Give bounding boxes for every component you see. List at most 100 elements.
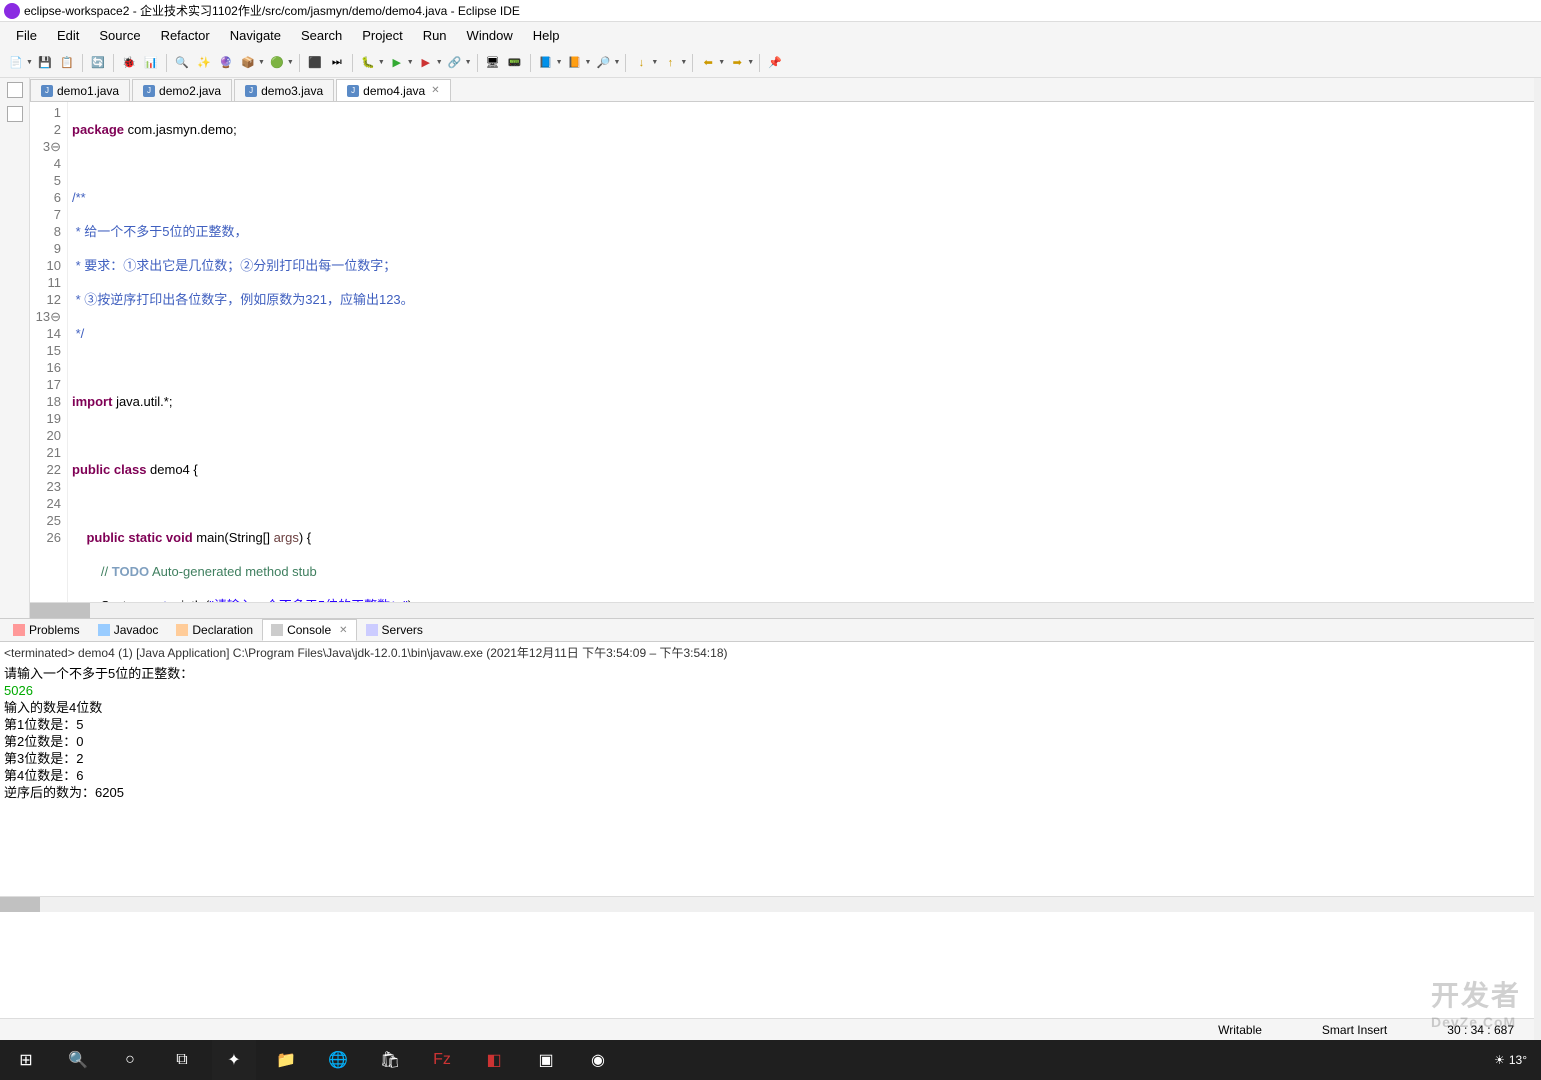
console-area: <terminated> demo4 (1) [Java Application…	[0, 642, 1541, 912]
eclipse-icon	[4, 3, 20, 19]
search-taskbar-icon[interactable]: 🔍	[56, 1040, 100, 1080]
open-type-icon[interactable]: 🔍	[172, 53, 192, 73]
tab-declaration[interactable]: Declaration	[167, 619, 262, 641]
coverage-icon[interactable]: 📊	[141, 53, 161, 73]
java-file-icon: J	[245, 85, 257, 97]
problems-icon	[13, 624, 25, 636]
store-icon[interactable]: 🛍	[368, 1040, 412, 1080]
menu-run[interactable]: Run	[415, 25, 455, 46]
menu-search[interactable]: Search	[293, 25, 350, 46]
debug-icon[interactable]: 🐛	[358, 53, 378, 73]
tab-servers[interactable]: Servers	[357, 619, 432, 641]
next-annot-icon[interactable]: ↓	[631, 53, 651, 73]
tab-problems[interactable]: Problems	[4, 619, 89, 641]
edge-icon[interactable]: 🌐	[316, 1040, 360, 1080]
console-icon	[271, 624, 283, 636]
app2-icon[interactable]: ◧	[472, 1040, 516, 1080]
editor-body[interactable]: 123⊖45678910111213⊖141516171819202122232…	[30, 102, 1541, 602]
menu-window[interactable]: Window	[459, 25, 521, 46]
editor-area: Jdemo1.java Jdemo2.java Jdemo3.java Jdem…	[30, 78, 1541, 618]
menu-navigate[interactable]: Navigate	[222, 25, 289, 46]
cmd-icon[interactable]: ▣	[524, 1040, 568, 1080]
run-icon[interactable]: ▶	[387, 53, 407, 73]
console-line: 输入的数是4位数	[4, 699, 1537, 716]
filezilla-icon[interactable]: Fz	[420, 1040, 464, 1080]
java-file-icon: J	[41, 85, 53, 97]
tab-demo1[interactable]: Jdemo1.java	[30, 79, 130, 101]
editor-hscroll[interactable]	[30, 602, 1541, 618]
new-java-icon[interactable]: 📘	[536, 53, 556, 73]
java-file-icon: J	[347, 85, 359, 97]
scroll-thumb[interactable]	[30, 603, 90, 618]
class-icon[interactable]: 🟢	[267, 53, 287, 73]
restore-view-icon[interactable]	[7, 82, 23, 98]
scroll-thumb[interactable]	[0, 897, 40, 912]
back-icon[interactable]: ⬅	[698, 53, 718, 73]
menu-refactor[interactable]: Refactor	[153, 25, 218, 46]
menu-edit[interactable]: Edit	[49, 25, 87, 46]
console-line: 第2位数是：0	[4, 733, 1537, 750]
app1-icon[interactable]: ✦	[212, 1040, 256, 1080]
explorer-icon[interactable]: 📁	[264, 1040, 308, 1080]
skip-icon[interactable]: ⏭	[327, 53, 347, 73]
menu-help[interactable]: Help	[525, 25, 568, 46]
new-icon[interactable]: 📄	[6, 53, 26, 73]
wand-icon[interactable]: ✨	[194, 53, 214, 73]
line-gutter: 123⊖45678910111213⊖141516171819202122232…	[30, 102, 68, 602]
tab-demo4[interactable]: Jdemo4.java✕	[336, 79, 450, 101]
left-trim	[0, 78, 30, 618]
tab-console[interactable]: Console✕	[262, 619, 356, 641]
server-icon[interactable]: 🖥	[483, 53, 503, 73]
console-line: 逆序后的数为：6205	[4, 784, 1537, 801]
cortana-icon[interactable]: ○	[108, 1040, 152, 1080]
servers-icon	[366, 624, 378, 636]
close-icon[interactable]: ✕	[431, 85, 439, 96]
tab-demo3[interactable]: Jdemo3.java	[234, 79, 334, 101]
switch-icon[interactable]: 🔄	[88, 53, 108, 73]
main-area: Jdemo1.java Jdemo2.java Jdemo3.java Jdem…	[0, 78, 1541, 618]
save-all-icon[interactable]: 📋	[57, 53, 77, 73]
coverage-run-icon[interactable]: ▶	[416, 53, 436, 73]
start-button[interactable]: ⊞	[4, 1040, 48, 1080]
system-tray[interactable]: ☀13°	[1494, 1053, 1537, 1067]
external-icon[interactable]: 🔗	[445, 53, 465, 73]
console-line: 第3位数是：2	[4, 750, 1537, 767]
prev-annot-icon[interactable]: ↑	[660, 53, 680, 73]
taskview-icon[interactable]: ⧉	[160, 1040, 204, 1080]
console-hscroll[interactable]	[0, 896, 1541, 912]
menu-bar: File Edit Source Refactor Navigate Searc…	[0, 22, 1541, 48]
tab-demo2[interactable]: Jdemo2.java	[132, 79, 232, 101]
right-vscroll[interactable]	[1534, 78, 1541, 1040]
console-body[interactable]: 请输入一个不多于5位的正整数： 5026 输入的数是4位数 第1位数是：5 第2…	[0, 663, 1541, 896]
status-bar: Writable Smart Insert 30 : 34 : 687	[0, 1018, 1534, 1040]
close-icon[interactable]: ✕	[339, 625, 347, 636]
weather-widget[interactable]: ☀13°	[1494, 1053, 1527, 1067]
code-content[interactable]: package com.jasmyn.demo; /** * 给一个不多于5位的…	[68, 102, 1541, 602]
title-bar: eclipse-workspace2 - 企业技术实习1102作业/src/co…	[0, 0, 1541, 22]
window-title: eclipse-workspace2 - 企业技术实习1102作业/src/co…	[24, 2, 520, 19]
editor-tabs: Jdemo1.java Jdemo2.java Jdemo3.java Jdem…	[30, 78, 1541, 102]
declaration-icon	[176, 624, 188, 636]
forward-icon[interactable]: ➡	[727, 53, 747, 73]
status-insert: Smart Insert	[1322, 1023, 1387, 1037]
tab-javadoc[interactable]: Javadoc	[89, 619, 168, 641]
toolbar: 📄▼ 💾 📋 🔄 🐞 📊 🔍 ✨ 🔮 📦▼ 🟢▼ ⬛ ⏭ 🐛▼ ▶▼ ▶▼ 🔗▼…	[0, 48, 1541, 78]
sun-icon: ☀	[1494, 1053, 1505, 1067]
menu-source[interactable]: Source	[91, 25, 148, 46]
restore-view2-icon[interactable]	[7, 106, 23, 122]
wand2-icon[interactable]: 🔮	[216, 53, 236, 73]
menu-file[interactable]: File	[8, 25, 45, 46]
new-package-icon[interactable]: 📙	[565, 53, 585, 73]
toggle-icon[interactable]: ⬛	[305, 53, 325, 73]
java-file-icon: J	[143, 85, 155, 97]
taskbar: ⊞ 🔍 ○ ⧉ ✦ 📁 🌐 🛍 Fz ◧ ▣ ◉ ☀13°	[0, 1040, 1541, 1080]
save-icon[interactable]: 💾	[35, 53, 55, 73]
javadoc-icon	[98, 624, 110, 636]
menu-project[interactable]: Project	[354, 25, 410, 46]
pin-icon[interactable]: 📌	[765, 53, 785, 73]
package-icon[interactable]: 📦	[238, 53, 258, 73]
debug-tool-icon[interactable]: 🐞	[119, 53, 139, 73]
search-tool-icon[interactable]: 🔎	[593, 53, 613, 73]
eclipse-taskbar-icon[interactable]: ◉	[576, 1040, 620, 1080]
server2-icon[interactable]: 📟	[505, 53, 525, 73]
